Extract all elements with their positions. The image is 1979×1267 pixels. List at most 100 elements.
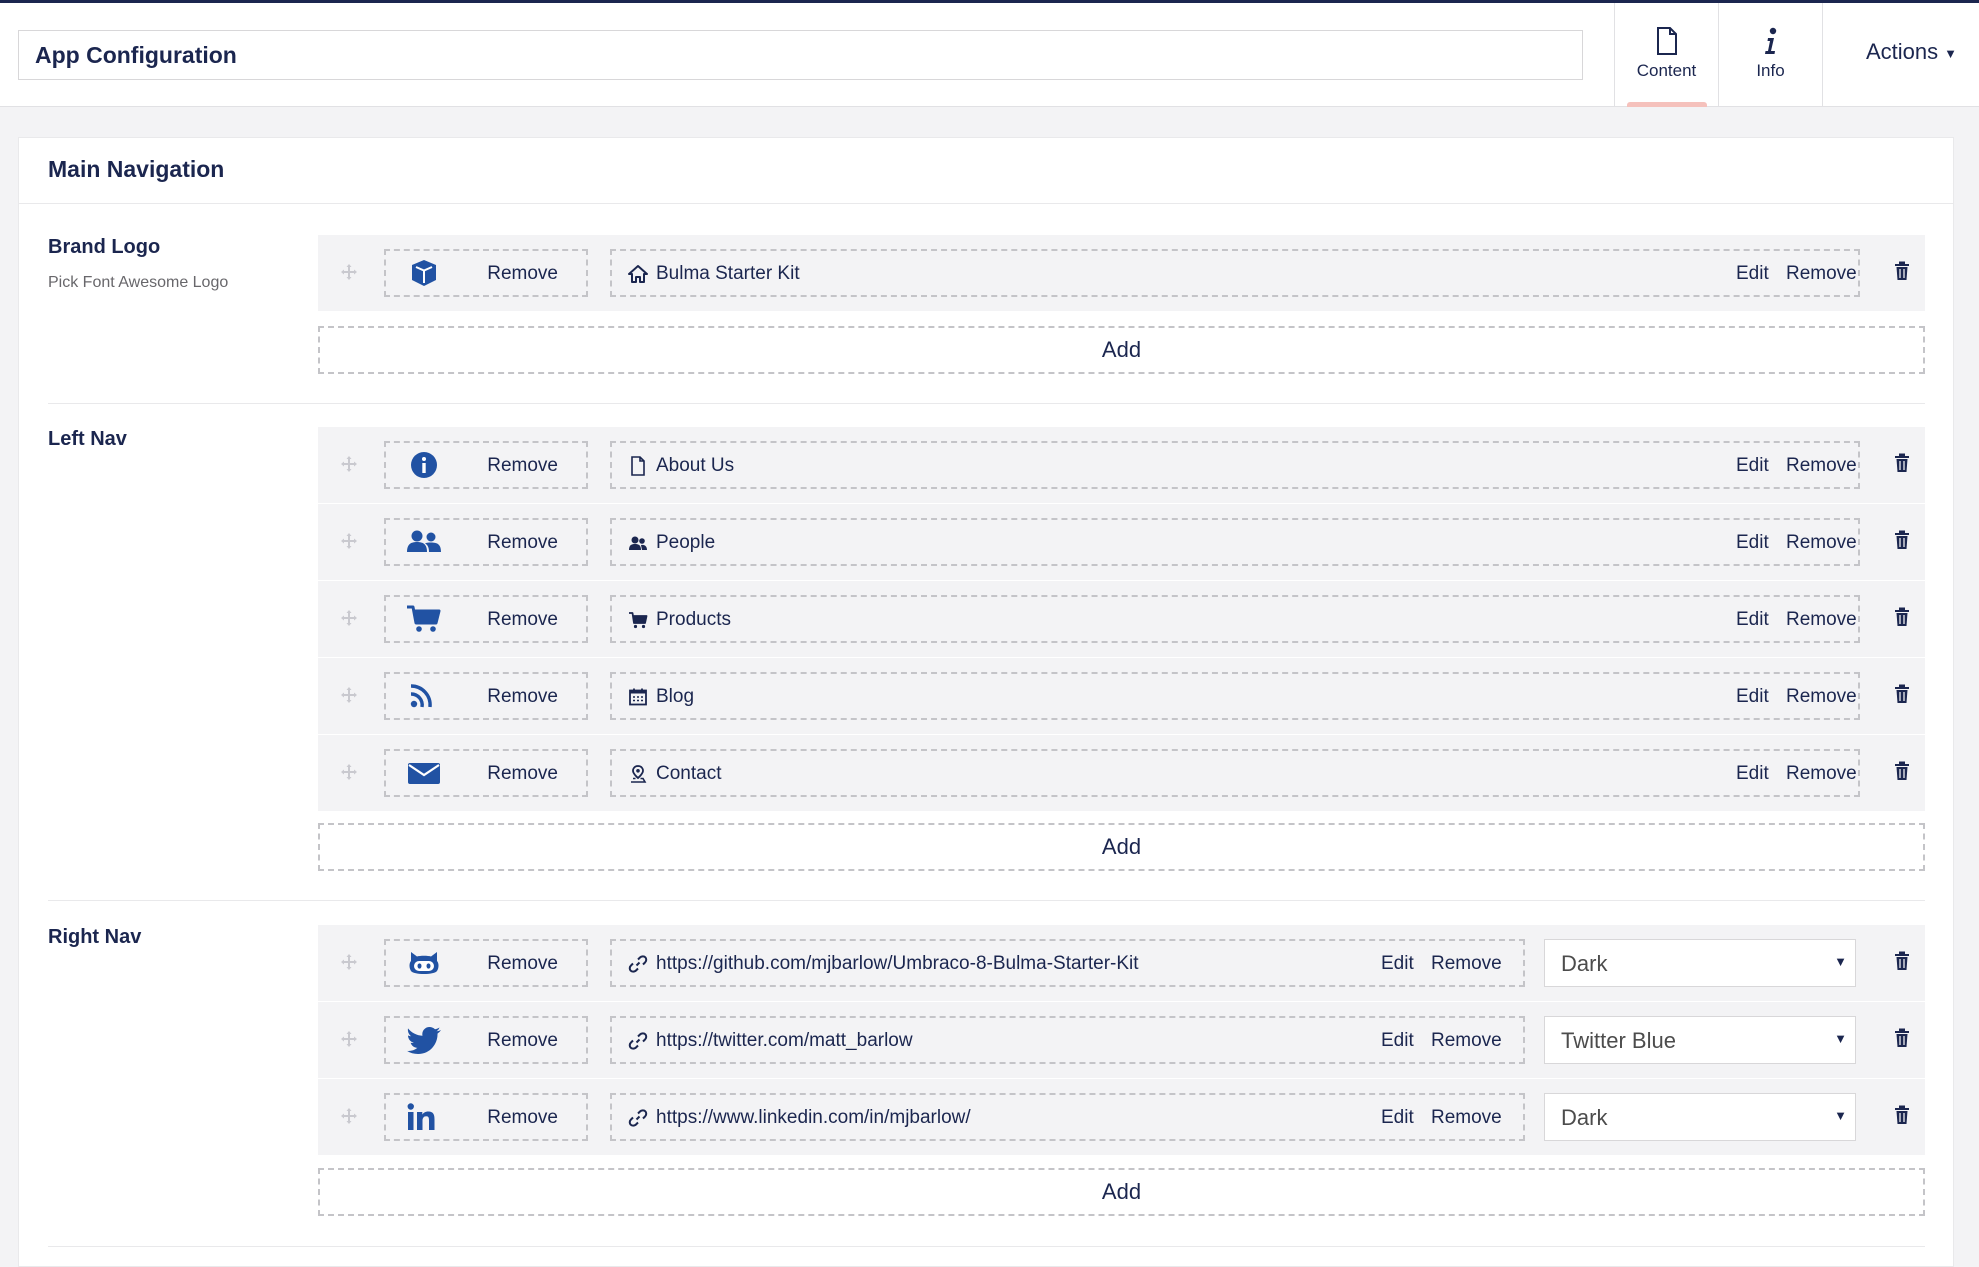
link-edit-button[interactable]: Edit: [1381, 1030, 1414, 1052]
link-edit-button[interactable]: Edit: [1736, 609, 1769, 631]
link-remove-button[interactable]: Remove: [1786, 609, 1857, 631]
link-picker: Blog Edit Remove: [610, 672, 1860, 720]
drag-handle-icon[interactable]: [340, 455, 358, 473]
link-picker: Bulma Starter Kit Edit Remove: [610, 249, 1860, 297]
tab-divider: [1822, 3, 1823, 107]
link-picker: About Us Edit Remove: [610, 441, 1860, 489]
right-nav-add-button[interactable]: Add: [318, 1168, 1925, 1216]
link-name: People: [656, 532, 716, 553]
link-remove-button[interactable]: Remove: [1786, 763, 1857, 785]
tab-content[interactable]: Content: [1614, 3, 1718, 107]
style-select[interactable]: Dark ▼: [1544, 1093, 1856, 1141]
link-edit-button[interactable]: Edit: [1736, 686, 1769, 708]
style-select[interactable]: Twitter Blue ▼: [1544, 1016, 1856, 1064]
trash-icon[interactable]: [1894, 951, 1910, 971]
icon-picker[interactable]: Remove: [384, 672, 588, 720]
brand-logo-label: Brand Logo: [48, 236, 161, 258]
drag-handle-icon[interactable]: [340, 532, 358, 550]
drag-handle-icon[interactable]: [340, 609, 358, 627]
link-picker: https://www.linkedin.com/in/mjbarlow/ Ed…: [610, 1093, 1525, 1141]
link-remove-button[interactable]: Remove: [1786, 263, 1857, 285]
map-pin-icon: [631, 765, 647, 783]
caret-down-icon: ▼: [1834, 1031, 1847, 1046]
trash-icon[interactable]: [1894, 1105, 1910, 1125]
section-divider: [48, 1246, 1925, 1247]
trash-icon[interactable]: [1894, 684, 1910, 704]
main-navigation-panel: Main Navigation Brand Logo Pick Font Awe…: [18, 137, 1954, 1267]
rss-icon: [410, 684, 432, 708]
list-item: Remove People Edit Remove: [318, 504, 1925, 580]
drag-handle-icon[interactable]: [340, 1030, 358, 1048]
icon-remove-link[interactable]: Remove: [487, 953, 558, 975]
link-remove-button[interactable]: Remove: [1786, 686, 1857, 708]
link-remove-button[interactable]: Remove: [1786, 532, 1857, 554]
twitter-icon: [407, 1027, 441, 1054]
link-icon: [628, 1032, 648, 1050]
tab-info[interactable]: Info: [1718, 3, 1822, 107]
icon-picker[interactable]: Remove: [384, 518, 588, 566]
icon-remove-link[interactable]: Remove: [487, 263, 558, 285]
brand-logo-add-button[interactable]: Add: [318, 326, 1925, 374]
style-select-value: Dark: [1561, 951, 1608, 976]
link-edit-button[interactable]: Edit: [1736, 532, 1769, 554]
left-nav-label: Left Nav: [48, 428, 127, 450]
trash-icon[interactable]: [1894, 1028, 1910, 1048]
link-name: Contact: [656, 763, 722, 784]
icon-remove-link[interactable]: Remove: [487, 455, 558, 477]
link-remove-button[interactable]: Remove: [1786, 455, 1857, 477]
trash-icon[interactable]: [1894, 761, 1910, 781]
link-edit-button[interactable]: Edit: [1381, 953, 1414, 975]
shopping-cart-icon: [407, 605, 441, 632]
actions-button[interactable]: Actions ▼: [1866, 39, 1957, 65]
link-icon: [628, 1109, 648, 1127]
icon-remove-link[interactable]: Remove: [487, 763, 558, 785]
icon-picker[interactable]: Remove: [384, 441, 588, 489]
icon-remove-link[interactable]: Remove: [487, 1107, 558, 1129]
icon-remove-link[interactable]: Remove: [487, 609, 558, 631]
list-item: Remove Products Edit Remove: [318, 581, 1925, 657]
linkedin-icon: [407, 1103, 435, 1130]
list-item: Remove Bulma Starter Kit Edit Remove: [318, 235, 1925, 311]
link-remove-button[interactable]: Remove: [1431, 1107, 1502, 1129]
cube-icon: [412, 260, 436, 286]
link-remove-button[interactable]: Remove: [1431, 1030, 1502, 1052]
icon-picker[interactable]: Remove: [384, 249, 588, 297]
drag-handle-icon[interactable]: [340, 763, 358, 781]
tab-content-label: Content: [1636, 61, 1697, 80]
link-edit-button[interactable]: Edit: [1736, 455, 1769, 477]
panel-divider: [19, 203, 1953, 204]
list-item: Remove About Us Edit Remove: [318, 427, 1925, 503]
icon-picker[interactable]: Remove: [384, 1093, 588, 1141]
link-name: https://github.com/mjbarlow/Umbraco-8-Bu…: [656, 953, 1139, 974]
icon-picker[interactable]: Remove: [384, 1016, 588, 1064]
link-edit-button[interactable]: Edit: [1381, 1107, 1414, 1129]
document-icon: [631, 456, 645, 476]
link-picker: https://twitter.com/matt_barlow Edit Rem…: [610, 1016, 1525, 1064]
icon-remove-link[interactable]: Remove: [487, 686, 558, 708]
caret-down-icon: ▼: [1834, 954, 1847, 969]
icon-picker[interactable]: Remove: [384, 595, 588, 643]
link-edit-button[interactable]: Edit: [1736, 263, 1769, 285]
right-nav-list: Remove https://github.com/mjbarlow/Umbra…: [318, 925, 1925, 1155]
drag-handle-icon[interactable]: [340, 1107, 358, 1125]
style-select[interactable]: Dark ▼: [1544, 939, 1856, 987]
link-edit-button[interactable]: Edit: [1736, 763, 1769, 785]
brand-logo-description: Pick Font Awesome Logo: [48, 274, 229, 291]
left-nav-add-button[interactable]: Add: [318, 823, 1925, 871]
users-icon: [407, 530, 441, 552]
style-select-value: Dark: [1561, 1105, 1608, 1130]
drag-handle-icon[interactable]: [340, 263, 358, 281]
icon-remove-link[interactable]: Remove: [487, 532, 558, 554]
drag-handle-icon[interactable]: [340, 953, 358, 971]
link-name: Products: [656, 609, 731, 630]
trash-icon[interactable]: [1894, 607, 1910, 627]
icon-picker[interactable]: Remove: [384, 749, 588, 797]
icon-remove-link[interactable]: Remove: [487, 1030, 558, 1052]
drag-handle-icon[interactable]: [340, 686, 358, 704]
link-remove-button[interactable]: Remove: [1431, 953, 1502, 975]
trash-icon[interactable]: [1894, 530, 1910, 550]
icon-picker[interactable]: Remove: [384, 939, 588, 987]
content-name-input[interactable]: [18, 30, 1583, 80]
trash-icon[interactable]: [1894, 261, 1910, 281]
trash-icon[interactable]: [1894, 453, 1910, 473]
